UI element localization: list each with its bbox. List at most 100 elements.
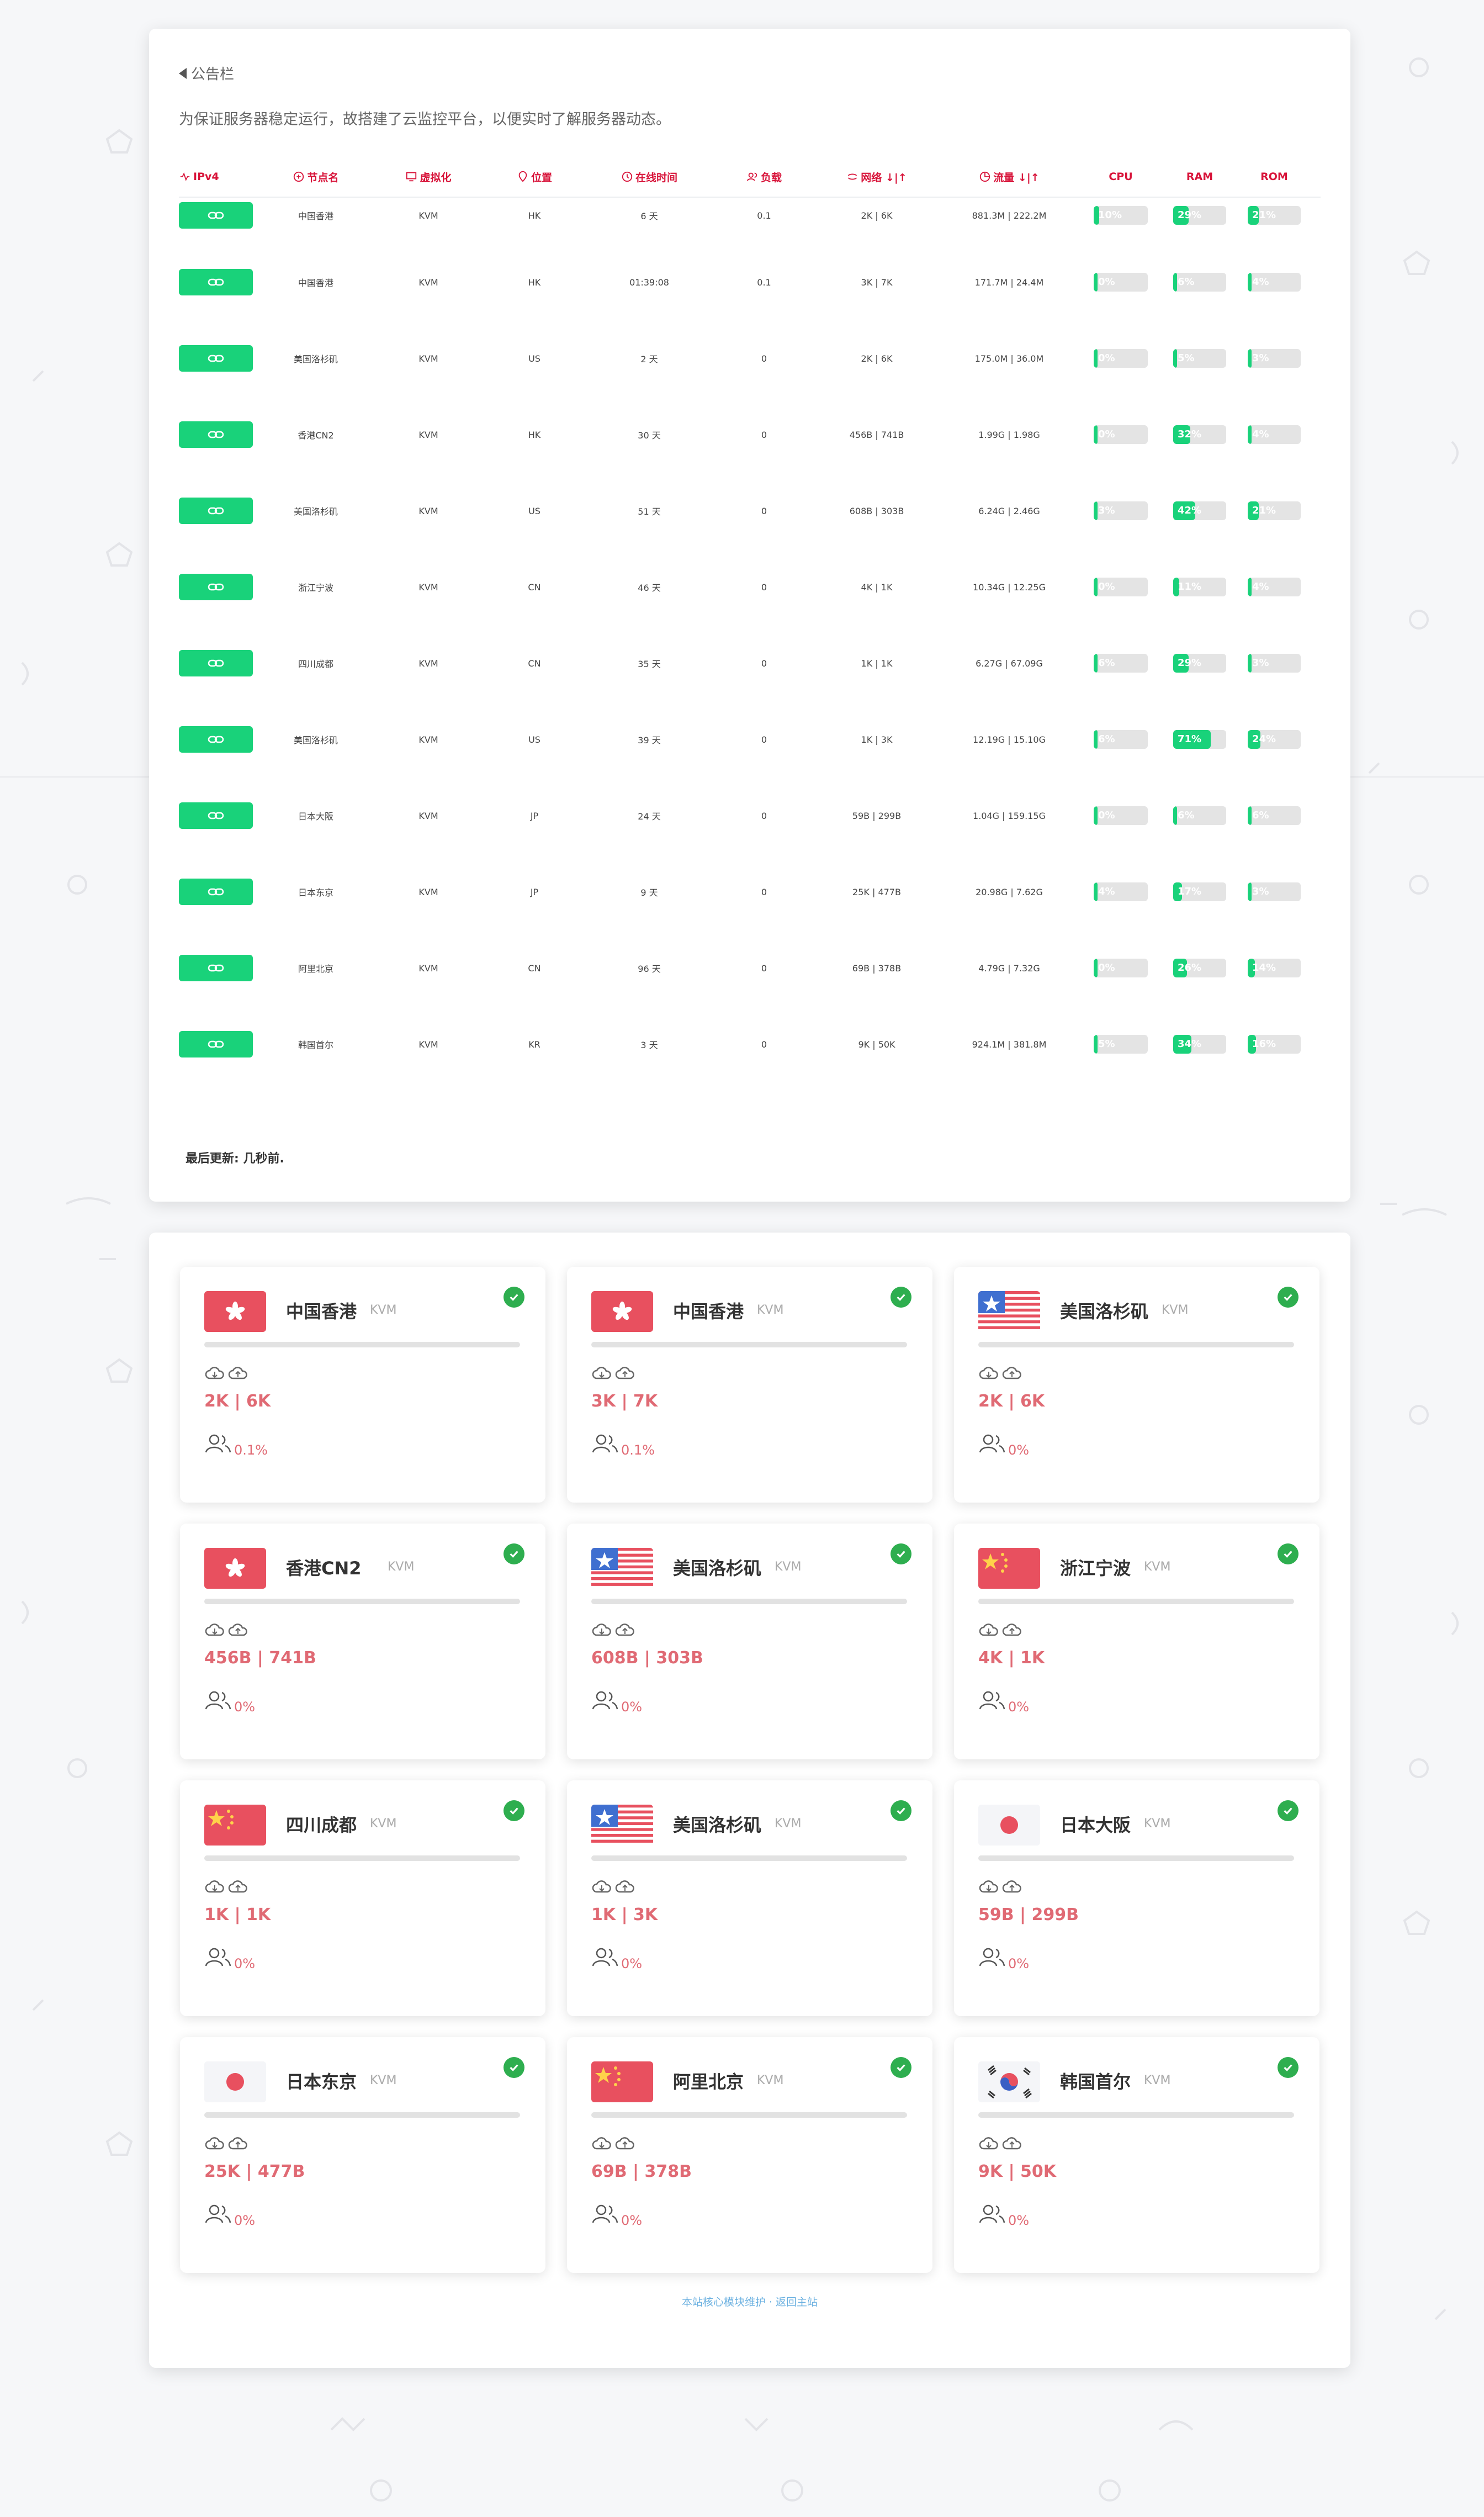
card-server-name: 日本东京 [286, 2071, 357, 2092]
ram-cell: 26% [1164, 959, 1236, 977]
server-card[interactable]: 美国洛杉矶 KVM 1K | 3K 0% [567, 1780, 932, 2016]
ipv4-status-button[interactable] [179, 802, 253, 829]
cpu-percent: 0% [1098, 429, 1115, 440]
cpu-progress-bar: 10% [1094, 206, 1148, 225]
cpu-progress-fill [1094, 959, 1098, 977]
ipv4-status-button[interactable] [179, 726, 253, 753]
ram-progress-bar: 34% [1173, 1035, 1226, 1054]
header-label: 在线时间 [635, 171, 677, 184]
server-card[interactable]: 美国洛杉矶 KVM 608B | 303B 0% [567, 1524, 932, 1759]
ram-progress-fill [1173, 273, 1177, 292]
traffic-cell: 6.27G | 67.09G [976, 658, 1043, 669]
online-check-icon [504, 2057, 524, 2078]
cpu-progress-fill [1094, 349, 1098, 368]
header-label: 流量 ↓|↑ [993, 171, 1040, 184]
card-network-speed: 1K | 1K [204, 1905, 271, 1924]
node-name-cell: 韩国首尔 [298, 1040, 333, 1050]
ipv4-status-button[interactable] [179, 879, 253, 905]
load-cell: 0.1 [757, 277, 771, 288]
uptime-cell: 01:39:08 [629, 277, 669, 288]
table-row: 日本东京 KVM JP 9 天 0 25K | 477B 20.98G | 7.62G 4% 1… [179, 865, 1321, 941]
rom-cell: 4% [1236, 578, 1313, 596]
cpu-progress-bar: 0% [1094, 273, 1148, 292]
ipv4-status-button[interactable] [179, 421, 253, 448]
ipv4-status-button[interactable] [179, 269, 253, 295]
server-card[interactable]: 美国洛杉矶 KVM 2K | 6K 0% [954, 1267, 1319, 1503]
card-virtualization: KVM [370, 1817, 397, 1831]
network-icons [204, 1879, 248, 1895]
card-load: 0% [234, 1699, 256, 1715]
card-server-name: 美国洛杉矶 [673, 1815, 762, 1836]
network-cell: 2K | 6K [861, 353, 893, 364]
network-cell: 456B | 741B [849, 429, 904, 440]
virt-cell: KVM [418, 353, 438, 364]
card-load: 0% [1008, 1442, 1030, 1458]
cpu-percent: 3% [1098, 505, 1115, 516]
cloud-download-icon [979, 1880, 998, 1893]
link-icon [208, 659, 224, 667]
virt-cell: KVM [418, 210, 438, 221]
online-check-icon [504, 1800, 524, 1821]
load-cell: 0 [761, 505, 767, 516]
ipv4-status-button[interactable] [179, 650, 253, 676]
card-virtualization: KVM [370, 1303, 397, 1317]
rom-percent: 14% [1252, 962, 1276, 974]
users-load-icon [205, 1691, 231, 1710]
network-cell: 69B | 378B [852, 963, 902, 974]
link-icon [208, 964, 224, 972]
rom-progress-bar: 3% [1248, 882, 1301, 901]
header-ram: RAM [1164, 171, 1236, 183]
users-load-icon [979, 2204, 1005, 2223]
server-card[interactable]: 香港CN2 KVM 456B | 741B 0% [180, 1524, 545, 1759]
notice-title: 公告栏 [179, 63, 234, 83]
load-cell: 0 [761, 353, 767, 364]
ipv4-status-button[interactable] [179, 1031, 253, 1057]
network-icons [591, 1365, 635, 1382]
card-divider [204, 1599, 520, 1604]
location-cell: KR [528, 1039, 540, 1050]
server-card[interactable]: 浙江宁波 KVM 4K | 1K 0% [954, 1524, 1319, 1759]
card-divider [204, 2112, 520, 2118]
server-card[interactable]: 日本大阪 KVM 59B | 299B 0% [954, 1780, 1319, 2016]
node-name-cell: 香港CN2 [298, 430, 334, 441]
virt-cell: KVM [418, 810, 438, 821]
card-server-name: 中国香港 [286, 1301, 357, 1322]
node-name-cell: 日本大阪 [298, 811, 333, 822]
cpu-cell: 10% [1078, 206, 1164, 225]
cloud-upload-icon [615, 1367, 634, 1379]
ipv4-status-button[interactable] [179, 345, 253, 372]
card-server-name: 美国洛杉矶 [673, 1558, 762, 1579]
virt-cell: KVM [418, 886, 438, 897]
node-name-cell: 中国香港 [298, 211, 333, 221]
ipv4-status-button[interactable] [179, 498, 253, 524]
server-card[interactable]: 中国香港 KVM 3K | 7K 0.1% [567, 1267, 932, 1503]
card-virtualization: KVM [757, 2074, 784, 2087]
server-table: IPv4 节点名 虚拟化 位置 在线时间 负载 网络 ↓|↑ 流量 ↓|↑ CPU RAM ROM … [179, 157, 1321, 1093]
cloud-download-icon [979, 1624, 998, 1636]
ram-cell: 6% [1164, 806, 1236, 825]
server-card[interactable]: 韩国首尔 KVM 9K | 50K 0% [954, 2037, 1319, 2273]
rom-progress-bar: 21% [1248, 501, 1301, 520]
header-rom: ROM [1236, 171, 1313, 183]
rom-progress-bar: 4% [1248, 273, 1301, 292]
ram-percent: 26% [1178, 962, 1202, 974]
footer-link[interactable]: 本站核心模块维护 · 返回主站 [149, 2294, 1350, 2309]
ipv4-cell [179, 650, 261, 676]
server-card[interactable]: 日本东京 KVM 25K | 477B 0% [180, 2037, 545, 2273]
ipv4-status-button[interactable] [179, 955, 253, 981]
server-card[interactable]: 中国香港 KVM 2K | 6K 0.1% [180, 1267, 545, 1503]
virt-cell: KVM [418, 963, 438, 974]
header-ipv4: IPv4 [179, 171, 261, 183]
server-card[interactable]: 阿里北京 KVM 69B | 378B 0% [567, 2037, 932, 2273]
cpu-progress-bar: 0% [1094, 349, 1148, 368]
ram-cell: 6% [1164, 273, 1236, 292]
ipv4-status-button[interactable] [179, 202, 253, 229]
cpu-cell: 6% [1078, 730, 1164, 749]
server-card[interactable]: 四川成都 KVM 1K | 1K 0% [180, 1780, 545, 2016]
card-divider [978, 2112, 1294, 2118]
network-cell: 1K | 3K [861, 734, 893, 745]
network-cell: 59B | 299B [852, 810, 902, 821]
ipv4-status-button[interactable] [179, 574, 253, 600]
rom-percent: 21% [1252, 209, 1276, 221]
cloud-upload-icon [228, 1624, 247, 1636]
